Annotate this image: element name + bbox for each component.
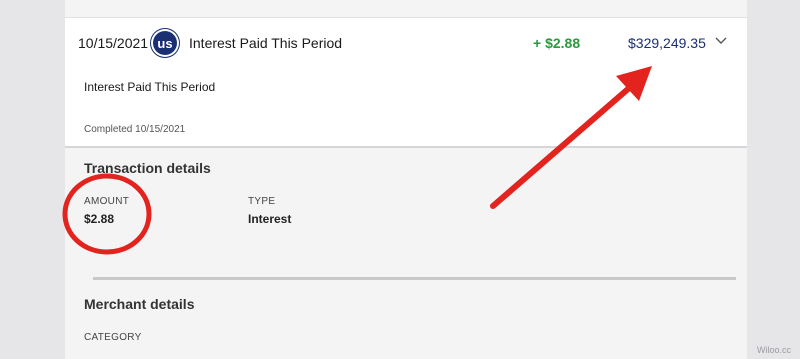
amount-value: $2.88 bbox=[84, 212, 115, 226]
transaction-details-heading: Transaction details bbox=[84, 160, 211, 176]
running-balance: $329,249.35 bbox=[628, 35, 706, 51]
chevron-down-icon[interactable] bbox=[712, 32, 730, 50]
type-label: TYPE bbox=[248, 196, 276, 207]
section-divider bbox=[93, 277, 736, 280]
transaction-detail-header: Interest Paid This Period Completed 10/1… bbox=[65, 68, 747, 148]
amount-label: AMOUNT bbox=[84, 196, 130, 207]
transaction-date: 10/15/2021 bbox=[78, 35, 149, 51]
transaction-amount: + $2.88 bbox=[533, 35, 581, 51]
watermark: Wiloo.cc bbox=[756, 345, 791, 355]
transaction-row[interactable]: 10/15/2021 us Interest Paid This Period … bbox=[65, 17, 747, 68]
type-value: Interest bbox=[248, 212, 292, 226]
category-label: CATEGORY bbox=[84, 332, 142, 343]
detail-title: Interest Paid This Period bbox=[84, 80, 216, 94]
merchant-details-heading: Merchant details bbox=[84, 296, 195, 312]
bank-logo-icon: us bbox=[151, 29, 179, 57]
completed-status: Completed 10/15/2021 bbox=[84, 124, 186, 135]
transaction-description: Interest Paid This Period bbox=[189, 35, 343, 51]
